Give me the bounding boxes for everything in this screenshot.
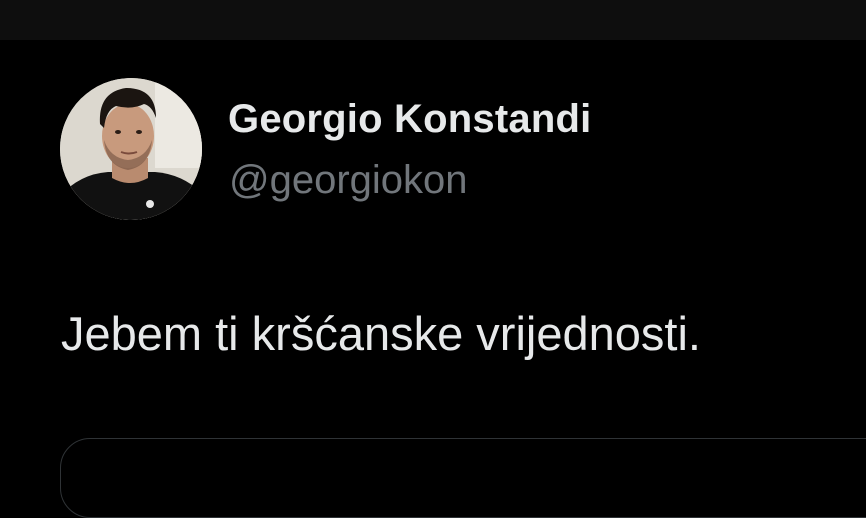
author-name[interactable]: Georgio Konstandi xyxy=(228,97,591,142)
tweet: Georgio Konstandi @georgiokon Jebem ti k… xyxy=(0,40,866,518)
tweet-text: Jebem ti kršćanske vrijednosti. xyxy=(61,307,701,360)
top-bar xyxy=(0,0,866,40)
author-handle[interactable]: @georgiokon xyxy=(229,158,468,203)
avatar[interactable] xyxy=(60,78,202,220)
quote-card[interactable] xyxy=(60,438,866,518)
avatar-photo-icon xyxy=(60,78,202,220)
